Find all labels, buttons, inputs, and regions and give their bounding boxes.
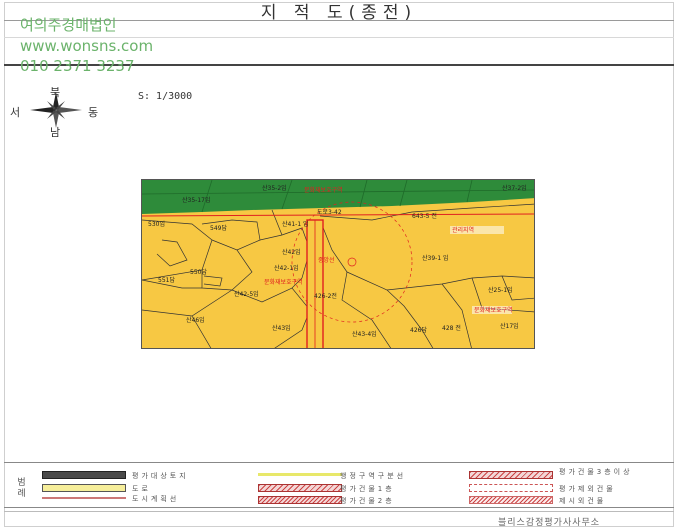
zoning-label: 문화재보호구역 xyxy=(304,186,343,194)
cadastral-map: 산35-2임 산35-17임 산37-2임 도로3-42 643-5 전 산41… xyxy=(141,179,535,349)
watermark-website: www.wonsns.com xyxy=(20,37,154,55)
legend-swatch-floor1 xyxy=(258,484,342,492)
legend-swatch-excluded xyxy=(469,484,553,492)
map-label: 산35-17임 xyxy=(182,196,210,204)
footer-divider xyxy=(4,511,674,512)
map-label: 산42-5임 xyxy=(234,290,259,298)
map-label: 산37-2임 xyxy=(502,184,527,192)
map-label: 426-2전 xyxy=(314,292,337,300)
watermark-company: 여의주경매법인 xyxy=(20,16,117,34)
legend-label: 평가대상토지 xyxy=(132,472,189,480)
map-label: 산43임 xyxy=(272,324,291,332)
map-label: 426답 xyxy=(410,327,427,334)
legend-label: 제시외건물 xyxy=(559,497,607,505)
legend-label: 도시계획선 xyxy=(132,495,180,503)
zoning-label: 문화재보호구역 xyxy=(474,306,513,314)
legend-swatch-floor2 xyxy=(258,496,342,504)
legend-label: 평가제외건물 xyxy=(559,485,616,493)
map-label: 643-5 전 xyxy=(412,212,437,220)
legend-label: 평가건물2층 xyxy=(340,497,395,505)
zoning-label: 문화재보호구역 xyxy=(264,278,303,286)
compass-star-icon xyxy=(30,92,82,128)
legend-swatch-other xyxy=(469,496,553,504)
map-label: 산43-4임 xyxy=(352,330,377,338)
zoning-label: 관리지역 xyxy=(452,226,474,234)
map-label: 산41-1 임 xyxy=(282,220,309,228)
legend-title: 범례 xyxy=(15,477,25,499)
map-label: 산46임 xyxy=(186,316,205,324)
legend-label: 평가건물1층 xyxy=(340,485,395,493)
legend-swatch-subject xyxy=(42,471,126,479)
map-label: 산35-2임 xyxy=(262,184,287,192)
map-label: 551답 xyxy=(158,277,175,284)
watermark-phone: 010 2371 3237 xyxy=(20,57,135,75)
map-label: 도로3-42 xyxy=(317,209,342,216)
map-label: 산42-1임 xyxy=(274,264,299,272)
zoning-label: 중앙선 xyxy=(318,256,335,264)
map-label: 549답 xyxy=(210,225,227,232)
map-label: 산25-1임 xyxy=(488,286,513,294)
legend-label: 행정구역구분선 xyxy=(340,472,407,480)
legend: 범례 평가대상토지 도로 도시계획선 행정구역구분선 평가건물1층 평가건물2층… xyxy=(4,462,674,508)
map-label: 530임 xyxy=(148,220,165,228)
legend-swatch-floor3 xyxy=(469,471,553,479)
map-label: 428 전 xyxy=(442,324,461,332)
map-label: 산42임 xyxy=(282,248,301,256)
legend-label: 도로 xyxy=(132,485,151,493)
footer-office: 블리스감정평가사사무소 xyxy=(498,518,601,528)
map-label: 산39-1 임 xyxy=(422,254,449,262)
legend-swatch-admin xyxy=(258,473,342,476)
map-label: 550답 xyxy=(190,269,207,276)
scale-label: S: 1/3000 xyxy=(138,91,193,102)
legend-swatch-plan xyxy=(42,497,126,499)
map-label: 산17임 xyxy=(500,322,519,330)
legend-label: 평가건물3층이상 xyxy=(559,468,633,476)
legend-swatch-road xyxy=(42,484,126,492)
compass-rose: 북 남 서 동 xyxy=(8,84,108,139)
